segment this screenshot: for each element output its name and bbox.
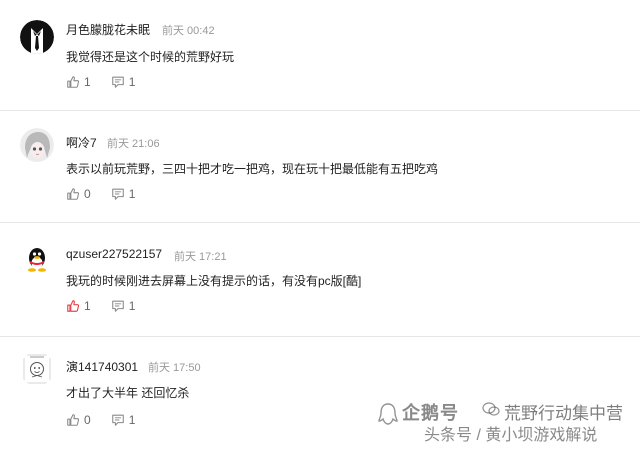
avatar[interactable] xyxy=(20,352,54,386)
comment-bubble-icon xyxy=(111,76,124,88)
like-button[interactable]: 0 xyxy=(66,187,91,201)
avatar[interactable] xyxy=(20,20,54,54)
thumbs-up-icon xyxy=(67,414,80,426)
reply-count: 1 xyxy=(128,75,136,89)
like-button[interactable]: 1 xyxy=(66,299,91,313)
reply-button[interactable]: 1 xyxy=(111,413,136,427)
reply-button[interactable]: 1 xyxy=(111,187,136,201)
avatar[interactable] xyxy=(20,128,54,162)
like-count: 0 xyxy=(84,413,91,427)
comment-username[interactable]: 演141740301 xyxy=(66,358,138,375)
reply-count: 1 xyxy=(128,413,136,427)
comment-bubble-icon xyxy=(111,300,124,312)
like-button[interactable]: 0 xyxy=(66,413,91,427)
tuxedo-avatar-icon xyxy=(20,20,54,54)
like-count: 0 xyxy=(84,187,91,201)
reply-button[interactable]: 1 xyxy=(111,75,136,89)
qq-penguin-avatar-icon xyxy=(20,243,54,277)
watermark-line2: 头条号 / 黄小坝游戏解说 xyxy=(424,427,598,444)
comment-time: 前天 00:42 xyxy=(162,25,215,37)
like-count: 1 xyxy=(84,75,91,89)
penguin-logo-icon xyxy=(378,403,398,425)
divider xyxy=(0,336,640,337)
avatar[interactable] xyxy=(20,243,54,277)
thumbs-up-icon xyxy=(67,300,80,312)
comment-bubble-icon xyxy=(111,188,124,200)
thumbs-up-icon xyxy=(67,188,80,200)
doodle-face-avatar-icon xyxy=(20,352,54,386)
comment-username[interactable]: qzuser227522157 xyxy=(66,247,162,261)
divider xyxy=(0,110,640,111)
watermark: 企鹅号 荒野行动集中营 头条号 / 黄小坝游戏解说 xyxy=(364,395,634,447)
comment-time: 前天 17:50 xyxy=(148,362,201,374)
comment-text: 表示以前玩荒野，三四十把才吃一把鸡，现在玩十把最低能有五把吃鸡 xyxy=(66,162,439,176)
comment-bubble-icon xyxy=(111,414,124,426)
comment-actions: 1 1 xyxy=(66,74,155,90)
reply-count: 1 xyxy=(128,187,136,201)
comment-username[interactable]: 啊冷7 xyxy=(66,134,97,151)
comment-time: 前天 21:06 xyxy=(107,138,160,150)
comment-text: 我觉得还是这个时候的荒野好玩 xyxy=(66,50,235,64)
comment-text: 才出了大半年 还回忆杀 xyxy=(66,386,190,400)
comment-text: 我玩的时候刚进去屏幕上没有提示的话，有没有pc版[酷] xyxy=(66,274,362,288)
divider xyxy=(0,222,640,223)
comment-actions: 0 1 xyxy=(66,186,155,202)
reply-button[interactable]: 1 xyxy=(111,299,136,313)
comment-actions: 0 1 xyxy=(66,412,155,428)
wechat-icon xyxy=(482,402,500,416)
like-count: 1 xyxy=(84,299,91,313)
comment-time: 前天 17:21 xyxy=(174,251,227,263)
anime-girl-avatar-icon xyxy=(20,128,54,162)
like-button[interactable]: 1 xyxy=(66,75,91,89)
comment-username[interactable]: 月色朦胧花未眠 xyxy=(66,21,150,38)
comment-actions: 1 1 xyxy=(66,298,155,314)
reply-count: 1 xyxy=(128,299,136,313)
thumbs-up-icon xyxy=(67,76,80,88)
